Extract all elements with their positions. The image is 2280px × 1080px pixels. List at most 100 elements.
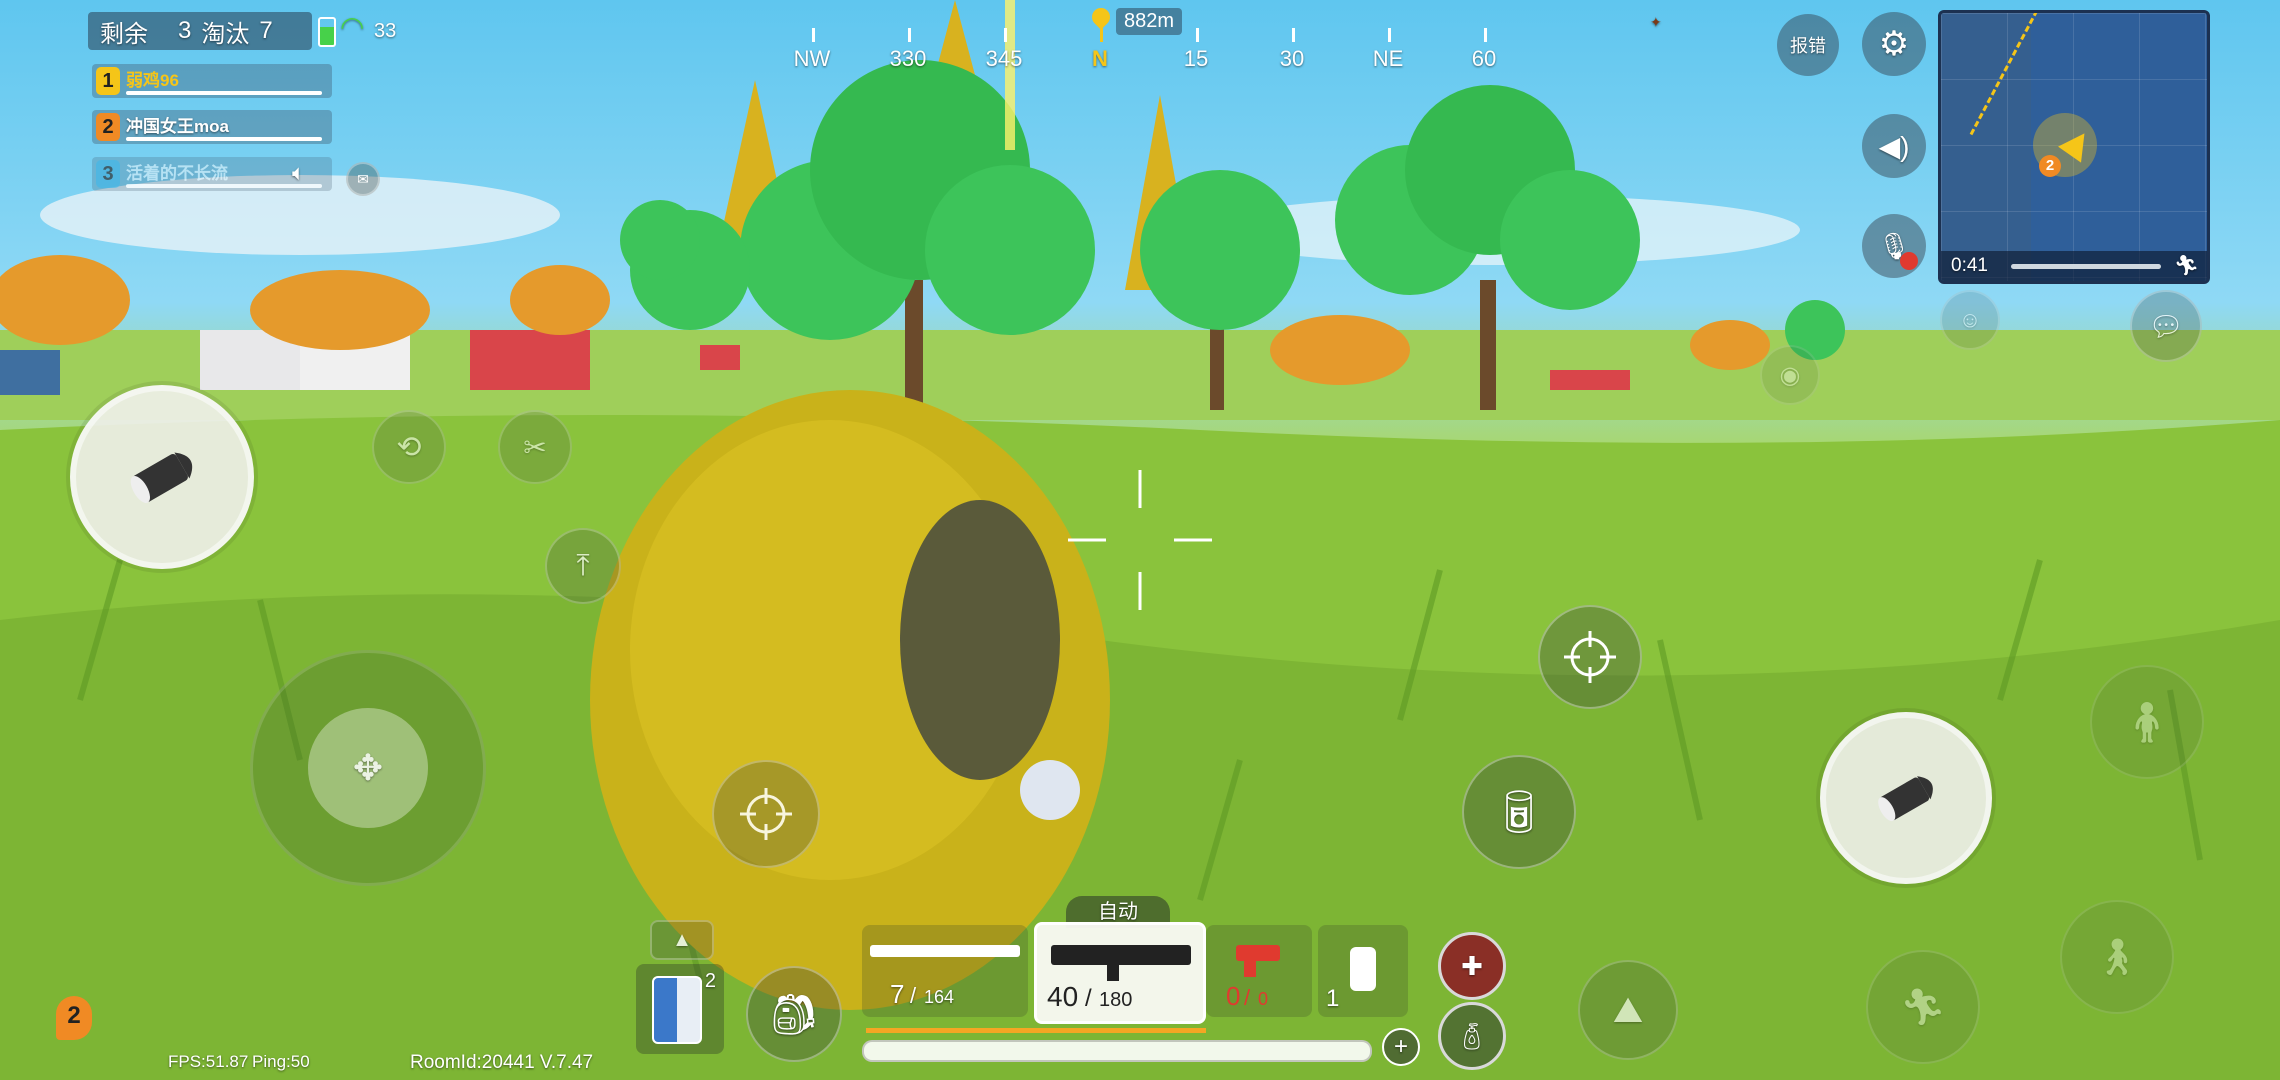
ammo-progress-bar: [866, 1028, 1206, 1033]
weapon-slot-rifle-2[interactable]: 40 / 180: [1034, 922, 1206, 1024]
settings-button[interactable]: ⚙: [1862, 12, 1926, 76]
team-member-1[interactable]: 1 弱鸡96: [92, 64, 332, 98]
ping-readout: Ping:50: [252, 1052, 310, 1071]
team-marker-number: 2: [67, 1002, 81, 1029]
ammo-progress-fill: [866, 1028, 1206, 1033]
throw-grenade-button[interactable]: 🥫︎: [1462, 755, 1576, 869]
chat-button[interactable]: 💬︎: [2130, 290, 2202, 362]
weapon1-reserve: 164: [924, 987, 955, 1007]
waypoint-distance: 882m: [1116, 8, 1183, 35]
jump-button[interactable]: ⤒: [545, 528, 621, 604]
compass-label-330: 330: [889, 46, 927, 71]
team-member-health-bar: [126, 91, 322, 95]
eliminated-count: 7: [259, 17, 273, 44]
compass-tick: [1292, 28, 1295, 42]
boost-item-button[interactable]: 🧴︎: [1438, 1002, 1506, 1070]
assault-rifle-grip: [1107, 963, 1119, 981]
crosshair-icon: [740, 788, 792, 840]
aim-scope-button[interactable]: [1538, 605, 1642, 709]
backpack-icon: 🎒︎: [768, 992, 820, 1037]
compass-tick: [908, 28, 911, 42]
right-fire-button[interactable]: [1820, 712, 1992, 884]
sniper-rifle-icon: [870, 945, 1020, 957]
center-crosshair: [1068, 470, 1212, 610]
team-member-name: 活着的不长流: [126, 164, 228, 183]
jump-icon: ⤒: [576, 549, 590, 582]
fire-mode-text: 自动: [1098, 901, 1138, 923]
grenade-icon: 🥫︎: [1492, 787, 1546, 835]
compass-label-n: N: [1092, 46, 1108, 71]
report-label: 报错: [1790, 36, 1826, 56]
dpad-arrows-icon: ✥: [352, 747, 384, 788]
grenade-count: 1: [1326, 985, 1340, 1012]
eye-icon: ◉: [1779, 361, 1801, 389]
heal-item-button[interactable]: ✚: [1438, 932, 1506, 1000]
health-bar: [862, 1040, 1372, 1062]
zone-timer: 0:41: [1951, 255, 1988, 276]
wifi-icon: ◠: [340, 11, 365, 42]
team-marker-icon: 2: [56, 996, 92, 1040]
report-button[interactable]: 报错: [1777, 14, 1839, 76]
compass-label-60: 60: [1471, 46, 1497, 71]
reload-icon: ⟲: [396, 430, 422, 464]
movement-joystick[interactable]: ✥: [250, 650, 486, 886]
vault-button[interactable]: ⛰: [1578, 960, 1678, 1060]
microphone-toggle-button[interactable]: 🎙︎: [1862, 214, 1926, 278]
lie-down-button[interactable]: 🏃︎: [1866, 950, 1980, 1064]
plus-icon: +: [1393, 1033, 1408, 1060]
pistol-icon: [1236, 945, 1280, 961]
team-member-health-bar: [126, 137, 322, 141]
weapon-swap-button[interactable]: ✂: [498, 410, 572, 484]
room-id-readout: RoomId:20441 V.7.47: [410, 1052, 594, 1073]
armor-slot[interactable]: 2: [636, 964, 724, 1054]
left-scope-button[interactable]: [712, 760, 820, 868]
players-remaining-panel: 剩余 3 淘汰 7: [88, 12, 312, 50]
compass-tick: [1484, 28, 1487, 42]
bullet-icon: [130, 452, 193, 503]
compass-tick: [1004, 28, 1007, 42]
left-fire-button[interactable]: [70, 385, 254, 569]
remaining-count: 3: [178, 17, 192, 44]
prone-button[interactable]: 🚶︎: [2060, 900, 2174, 1014]
team-member-2[interactable]: 2 冲国女王moa: [92, 110, 332, 144]
team-member-name: 冲国女王moa: [126, 117, 229, 136]
compass-label-ne: NE: [1372, 46, 1404, 71]
add-health-button[interactable]: +: [1382, 1028, 1420, 1066]
minimap-footer: 0:41 🏃︎: [1941, 251, 2207, 281]
lie-down-pose-icon: 🏃︎: [1900, 986, 1946, 1027]
minimap[interactable]: 2 0:41 🏃︎: [1938, 10, 2210, 284]
speaker-toggle-button[interactable]: ◀): [1862, 114, 1926, 178]
crouch-button[interactable]: 🧍︎: [2090, 665, 2204, 779]
peek-eye-button[interactable]: ◉: [1760, 345, 1820, 405]
smoke-grenade-icon: [1350, 947, 1376, 991]
speaker-icon: ◀): [1878, 130, 1910, 162]
team-member-name: 弱鸡96: [126, 71, 179, 90]
weapon2-reserve: 180: [1099, 989, 1133, 1011]
reload-button[interactable]: ⟲: [372, 410, 446, 484]
speaker-icon[interactable]: 🔈︎: [292, 160, 305, 186]
weapon3-ammo-separator: /: [1244, 985, 1251, 1010]
throwable-slot[interactable]: 1: [1318, 925, 1408, 1017]
minimap-teammate-marker: 2: [2039, 155, 2061, 177]
weapon1-ammo: 7: [890, 979, 905, 1009]
bird-icon: ✦: [1650, 14, 1662, 30]
signal-value: 33: [374, 20, 397, 42]
mute-slash-icon: [1900, 252, 1918, 270]
prone-pose-icon: 🚶︎: [2094, 936, 2140, 977]
compass-tick: [812, 28, 815, 42]
quick-chat-icon[interactable]: ✉: [346, 162, 380, 196]
crosshair-icon: [1564, 631, 1616, 683]
emote-button[interactable]: ☺: [1940, 290, 2000, 350]
bullet-icon: [1878, 776, 1933, 822]
compass-tick: [1388, 28, 1391, 42]
team-member-number: 1: [96, 67, 120, 95]
weapon-slot-pistol[interactable]: 0 / 0: [1206, 925, 1312, 1017]
backpack-button[interactable]: 🎒︎: [746, 966, 842, 1062]
crowbar-icon: ✂: [523, 431, 547, 463]
remaining-label: 剩余: [100, 20, 148, 48]
pistol-grip: [1244, 959, 1256, 977]
weapon-slot-rifle-1[interactable]: 7 / 164: [862, 925, 1028, 1017]
joystick-thumb[interactable]: ✥: [308, 708, 428, 828]
chat-bubble-icon: 💬︎: [2148, 310, 2184, 342]
expand-inventory-button[interactable]: ▲: [650, 920, 714, 960]
